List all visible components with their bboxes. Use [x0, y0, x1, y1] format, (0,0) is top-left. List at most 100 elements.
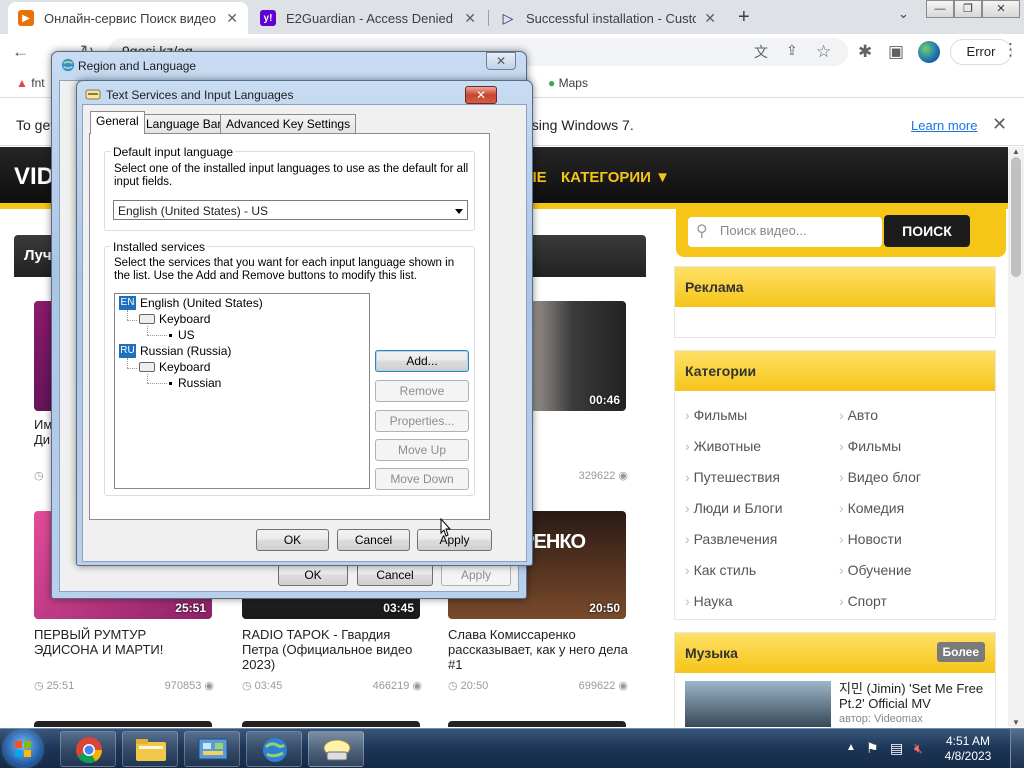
category-link[interactable]: Комедия [839, 500, 905, 516]
remove-button[interactable]: Remove [375, 380, 469, 402]
video-thumbnail[interactable] [448, 721, 626, 727]
nav-categories[interactable]: КАТЕГОРИИ ▼ [561, 169, 670, 186]
add-button[interactable]: Add... [375, 350, 469, 372]
tray-overflow-icon[interactable]: ▲ [846, 742, 856, 753]
category-link[interactable]: Фильмы [839, 438, 902, 454]
more-button[interactable]: Более [936, 642, 985, 662]
category-link[interactable]: Путешествия [685, 469, 780, 485]
network-icon[interactable]: ▤ [890, 740, 903, 757]
default-language-dropdown[interactable]: English (United States) - US [113, 200, 468, 220]
tab-e2guardian[interactable]: y! E2Guardian - Access Denied ✕ [250, 2, 486, 34]
tree-node-russian[interactable]: Russian (Russia) [140, 344, 231, 358]
window-close-button[interactable]: ✕ [982, 0, 1020, 18]
category-link[interactable]: Фильмы [685, 407, 748, 423]
tree-node-keyboard[interactable]: Keyboard [159, 360, 210, 374]
learn-more-link[interactable]: Learn more [911, 118, 977, 133]
minimize-button[interactable]: — [926, 0, 954, 18]
search-input[interactable]: ⚲ Поиск видео... [688, 217, 882, 247]
music-thumbnail[interactable] [685, 681, 831, 727]
taskbar-region-language[interactable] [246, 731, 302, 767]
page-scrollbar[interactable]: ▲ ▼ [1008, 147, 1024, 727]
system-clock[interactable]: 4:51 AM 4/8/2023 [938, 734, 998, 764]
kebab-menu-icon[interactable]: ⋮ [1002, 40, 1019, 60]
tree-connector [147, 383, 167, 384]
video-title[interactable]: Слава Комиссаренко рассказывает, как у н… [448, 627, 628, 672]
scroll-up-arrow[interactable]: ▲ [1012, 147, 1020, 156]
close-icon[interactable]: ✕ [992, 114, 1007, 135]
profile-avatar[interactable] [918, 41, 940, 63]
eye-icon: ◉ [204, 680, 214, 692]
default-input-language-label: Default input language [111, 145, 236, 159]
bookmark-maps[interactable]: ● Maps [548, 76, 588, 90]
installed-services-description: Select the services that you want for ea… [114, 257, 455, 282]
restore-button[interactable]: ❐ [954, 0, 982, 18]
bookmark-star-icon[interactable]: ☆ [816, 42, 831, 62]
close-icon[interactable]: ✕ [704, 10, 716, 27]
side-panel-icon[interactable]: ▣ [888, 42, 904, 62]
apply-button[interactable]: Apply [441, 564, 511, 586]
tree-node-english[interactable]: English (United States) [140, 296, 263, 310]
taskbar-explorer[interactable] [122, 731, 178, 767]
move-down-button[interactable]: Move Down [375, 468, 469, 490]
bullet-icon [169, 334, 172, 337]
category-link[interactable]: Новости [839, 531, 902, 547]
category-link[interactable]: Видео блог [839, 469, 921, 485]
keyboard-icon [139, 362, 155, 372]
tab-search-button[interactable]: ⌄ [898, 6, 909, 22]
taskbar-text-services[interactable] [308, 731, 364, 767]
ads-panel-title: Реклама [675, 267, 995, 307]
close-icon[interactable]: ✕ [464, 10, 476, 27]
video-thumbnail[interactable] [242, 721, 420, 727]
tab-language-bar[interactable]: Language Bar [140, 114, 228, 134]
category-link[interactable]: Люди и Блоги [685, 500, 783, 516]
category-link[interactable]: Спорт [839, 593, 887, 609]
tree-node-keyboard[interactable]: Keyboard [159, 312, 210, 326]
tab-advanced-key-settings[interactable]: Advanced Key Settings [220, 114, 357, 134]
category-link[interactable]: Как стиль [685, 562, 757, 578]
category-link[interactable]: Животные [685, 438, 762, 454]
category-link[interactable]: Обучение [839, 562, 912, 578]
close-icon[interactable]: ✕ [226, 10, 238, 27]
ok-button[interactable]: OK [256, 529, 329, 551]
taskbar-chrome[interactable] [60, 731, 116, 767]
keyboard-icon [85, 89, 101, 100]
site-logo[interactable]: VID [14, 163, 54, 191]
dialog-close-button[interactable]: ✕ [465, 86, 497, 104]
tree-node-layout-us[interactable]: US [178, 328, 195, 342]
video-title[interactable]: ПЕРВЫЙ РУМТУР ЭДИСОНА И МАРТИ! [34, 627, 214, 657]
category-link[interactable]: Авто [839, 407, 879, 423]
apply-button[interactable]: Apply [417, 529, 492, 551]
dialog-close-button[interactable]: ✕ [486, 52, 516, 70]
start-button[interactable] [4, 731, 42, 767]
tab-video-site[interactable]: ▶ Онлайн-сервис Поиск видео и ✕ [8, 2, 248, 34]
show-desktop-button[interactable] [1010, 729, 1024, 768]
search-button[interactable]: ПОИСК [884, 215, 970, 247]
action-center-flag-icon[interactable]: ⚑ [866, 740, 879, 757]
share-icon[interactable]: ⇪ [786, 42, 798, 59]
scrollbar-thumb[interactable] [1011, 157, 1021, 277]
tab-successful-installation[interactable]: ▷ Successful installation - Custom ✕ [490, 2, 726, 34]
cancel-button[interactable]: Cancel [357, 564, 433, 586]
language-badge-ru: RU [119, 344, 136, 358]
move-up-button[interactable]: Move Up [375, 439, 469, 461]
new-tab-button[interactable]: + [738, 6, 750, 29]
video-duration: 03:45 [383, 601, 414, 615]
category-link[interactable]: Развлечения [685, 531, 778, 547]
volume-muted-icon[interactable]: 🔇︎ [914, 740, 923, 757]
video-title[interactable]: RADIO TAPOK - Гвардия Петра (Официальное… [242, 627, 422, 672]
properties-button[interactable]: Properties... [375, 410, 469, 432]
ok-button[interactable]: OK [278, 564, 348, 586]
video-duration: 20:50 [589, 601, 620, 615]
taskbar-control-panel[interactable] [184, 731, 240, 767]
scroll-down-arrow[interactable]: ▼ [1012, 718, 1020, 727]
extensions-puzzle-icon[interactable]: ✱ [858, 42, 872, 62]
video-thumbnail[interactable] [34, 721, 212, 727]
translate-icon[interactable]: 文 [754, 42, 768, 62]
tree-node-layout-russian[interactable]: Russian [178, 376, 221, 390]
back-arrow-icon[interactable]: ← [12, 42, 29, 62]
bookmark-fnt[interactable]: ▲ fnt [16, 76, 45, 90]
tab-general[interactable]: General [90, 111, 145, 134]
category-link[interactable]: Наука [685, 593, 733, 609]
cancel-button[interactable]: Cancel [337, 529, 410, 551]
music-title[interactable]: 지민 (Jimin) 'Set Me Free Pt.2' Official M… [839, 681, 989, 711]
